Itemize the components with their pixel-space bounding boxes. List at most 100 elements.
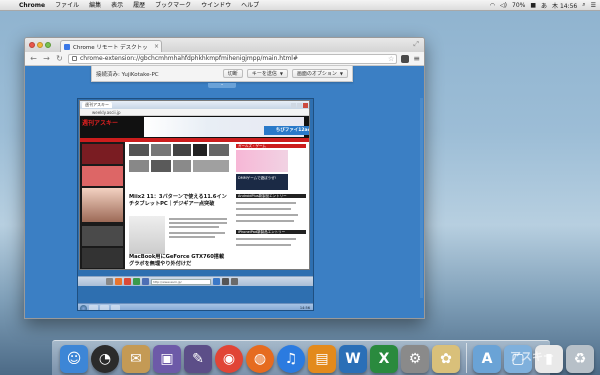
photo-booth-icon[interactable]: ✿ [432,345,460,373]
side-ad-dmm[interactable]: DMMゲームで遊ぼうぜ! [236,174,288,190]
side-ad-image[interactable] [236,150,288,172]
article-title[interactable]: MacBook用にGeForce GTX760搭載グラボを無理やり外付けだ [129,254,229,267]
side-heading[interactable]: ガールズ・ゲーム [236,144,306,148]
floppy-icon[interactable]: ▣ [153,345,181,373]
remote-browser-tab[interactable]: 週刊アスキー [82,102,112,108]
news-thumb[interactable] [173,160,191,172]
battery-percent[interactable]: 70% [512,2,525,9]
trash-icon[interactable]: ♻ [566,345,594,373]
remote-url-field[interactable]: http://www.ascii.jp/ [151,278,211,285]
windows-start-icon[interactable] [80,304,87,310]
battery-icon[interactable]: ■ [530,2,536,9]
collapse-toolbar-button[interactable]: ⌃ [208,83,236,88]
applications-icon[interactable]: A [473,345,501,373]
side-text-line [236,202,296,204]
remote-app-icon[interactable] [142,278,149,285]
news-thumb[interactable] [173,144,191,156]
word-icon[interactable]: W [339,345,367,373]
headphones-icon[interactable] [222,278,229,285]
fullscreen-icon[interactable]: ⤢ [413,40,419,49]
bookmark-star-icon[interactable]: ☆ [388,55,396,63]
menu-file[interactable]: ファイル [50,0,84,11]
site-banner-ad[interactable]: ちびファイ12ac [144,117,309,137]
menu-history[interactable]: 履歴 [128,0,150,11]
site-logo[interactable]: 週刊アスキー [82,118,126,130]
news-thumb[interactable] [209,144,229,156]
volume-icon[interactable]: ◁) [500,2,507,9]
close-window-button[interactable] [29,42,35,48]
remote-minimize-icon[interactable] [291,102,296,108]
firefox-icon[interactable] [115,278,122,285]
tab-close-icon[interactable]: × [152,43,161,50]
send-keys-button[interactable]: キーを送信 ▼ [246,69,288,78]
left-thumb[interactable] [82,248,123,268]
forward-button[interactable]: → [42,54,51,64]
news-thumb[interactable] [129,144,149,156]
tab-chrome-remote-desktop[interactable]: Chrome リモート デスクトッ × [60,40,162,52]
reload-button[interactable]: ↻ [55,54,64,64]
menu-bookmarks[interactable]: ブックマーク [150,0,196,11]
notification-list-icon[interactable]: ☰ [591,2,596,9]
news-thumb[interactable] [193,144,207,156]
search-icon[interactable]: ⌕ [582,1,585,9]
chrome-icon[interactable] [124,278,131,285]
left-thumb[interactable] [82,144,123,164]
excel-icon[interactable]: X [370,345,398,373]
firefox-icon[interactable]: ◍ [246,345,274,373]
article-text-line [169,232,225,234]
finder-icon[interactable]: ☺ [60,345,88,373]
remote-desktop-viewport[interactable]: 接続済み: YujiKotake-PC 切断 キーを送信 ▼ 画面のオプション … [25,66,424,318]
menu-help[interactable]: ヘルプ [236,0,264,11]
side-heading[interactable]: iPhoneiPad新製品エントリー [236,230,306,234]
back-button[interactable]: ← [29,54,38,64]
left-thumb[interactable] [82,166,123,186]
system-preferences-icon[interactable]: ⚙ [401,345,429,373]
grapher-icon[interactable]: ✎ [184,345,212,373]
remote-app-icon[interactable] [213,278,220,285]
remote-screen[interactable]: 週刊アスキー weekly.ascii.jp 週刊アスキー ちびファイ12ac [77,98,314,311]
minimize-window-button[interactable] [37,42,43,48]
menu-edit[interactable]: 編集 [84,0,106,11]
remote-web-page[interactable]: 週刊アスキー ちびファイ12ac Miix2 11：3バターンで使える11.6イ… [80,116,309,269]
menu-view[interactable]: 表示 [106,0,128,11]
input-method-icon[interactable]: あ [541,1,547,10]
remote-window-controls [291,102,309,108]
remote-browser-window[interactable]: 週刊アスキー weekly.ascii.jp 週刊アスキー ちびファイ12ac [79,100,310,270]
news-thumb[interactable] [193,160,229,172]
zoom-window-button[interactable] [45,42,51,48]
dashboard-icon[interactable]: ◔ [91,345,119,373]
menu-app-name[interactable]: Chrome [14,0,50,11]
remote-app-icon[interactable] [231,278,238,285]
chrome-icon[interactable]: ◉ [215,345,243,373]
remote-maximize-icon[interactable] [297,102,302,108]
line-icon[interactable] [133,278,140,285]
window-titlebar[interactable]: Chrome リモート デスクトッ × ⤢ [25,38,424,52]
disconnect-button[interactable]: 切断 [222,69,243,78]
itunes-icon[interactable]: ♫ [277,345,305,373]
extension-shield-icon[interactable] [401,54,410,63]
preview-icon[interactable]: ✉ [122,345,150,373]
taskbar-explorer-icon[interactable] [100,304,109,310]
remote-address-bar[interactable]: weekly.ascii.jp [80,109,309,116]
menu-window[interactable]: ウインドウ [196,0,236,11]
news-thumb[interactable] [129,160,149,172]
screen-options-button[interactable]: 画面のオプション ▼ [291,69,348,78]
chrome-menu-icon[interactable]: ≡ [413,54,420,63]
article-image[interactable] [129,216,165,254]
remote-app-icon[interactable] [106,278,113,285]
wifi-icon[interactable]: ◠ [490,2,495,9]
viewport-scrollbar[interactable] [420,98,423,298]
menu-clock[interactable]: 木 14:56 [552,1,577,10]
left-thumb[interactable] [82,226,123,246]
remote-close-icon[interactable] [303,102,308,108]
article-title[interactable]: Miix2 11：3バターンで使える11.6インチタブレットPC｜デジギア一点突… [129,194,229,207]
taskbar-app-icon[interactable] [111,304,120,310]
left-magazine-cover[interactable] [82,188,123,222]
taskbar-chrome-icon[interactable] [89,304,98,310]
news-thumb[interactable] [151,144,171,156]
ibooks-icon[interactable]: ▤ [308,345,336,373]
address-bar[interactable]: chrome-extension://gbchcmhmhahfdphkhkmpf… [68,53,398,64]
news-thumb[interactable] [151,160,171,172]
page-info-icon[interactable] [72,56,77,61]
side-heading[interactable]: AndroidPlus新製品エントリー [236,194,306,198]
